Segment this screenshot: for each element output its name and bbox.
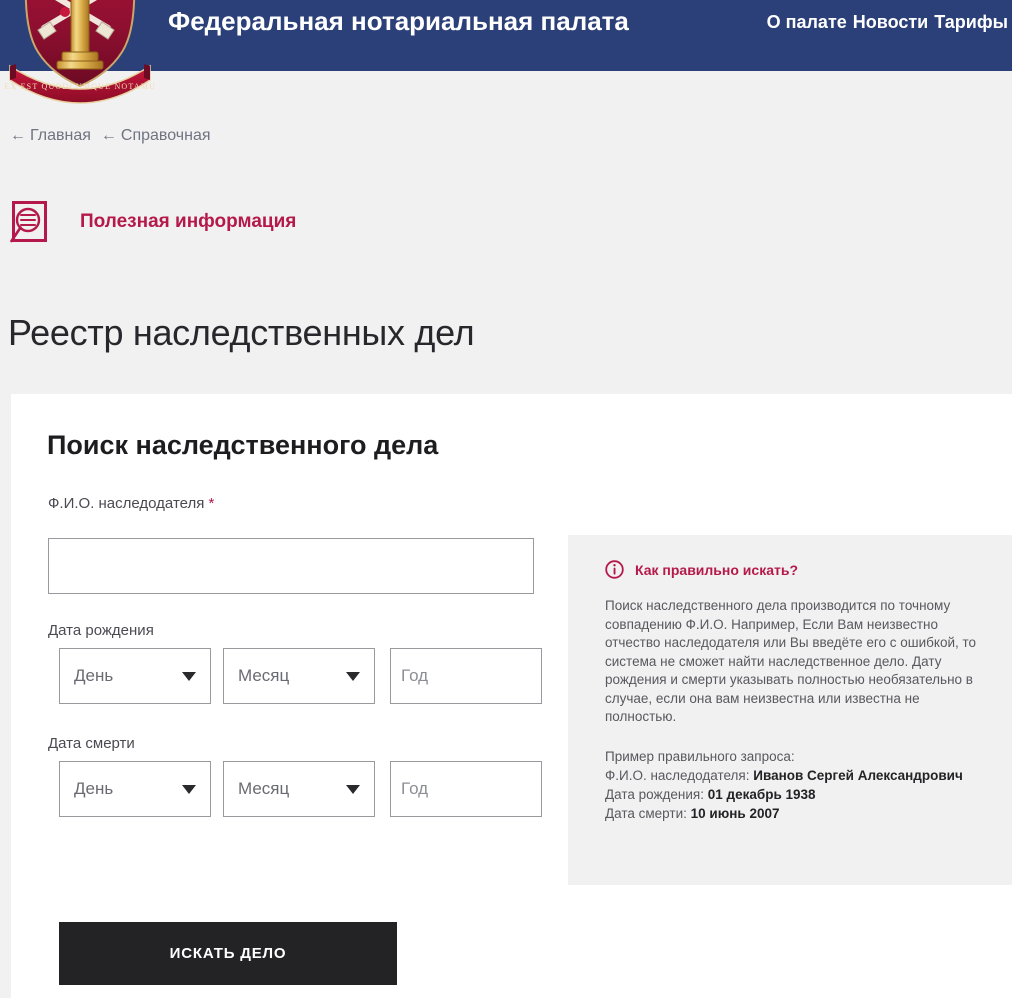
- example-birth-row: Дата рождения: 01 декабрь 1938: [605, 785, 978, 804]
- chevron-down-icon: [346, 671, 360, 681]
- fio-label: Ф.И.О. наследодателя *: [48, 495, 214, 512]
- chevron-down-icon: [182, 784, 196, 794]
- useful-info-label: Полезная информация: [80, 211, 297, 232]
- birth-month-select[interactable]: Месяц: [223, 648, 375, 704]
- birth-year-input[interactable]: [390, 648, 542, 704]
- info-panel-heading: Как правильно искать?: [635, 561, 799, 578]
- form-title: Поиск наследственного дела: [47, 430, 439, 460]
- example-fio-value: Иванов Сергей Александрович: [753, 767, 963, 783]
- nav-item-about[interactable]: О палате: [767, 10, 847, 34]
- death-month-value: Месяц: [238, 779, 290, 798]
- breadcrumb-arrow-icon: ←: [10, 127, 26, 144]
- birth-month-value: Месяц: [238, 666, 290, 685]
- example-fio-label: Ф.И.О. наследодателя:: [605, 767, 750, 783]
- nav-item-news[interactable]: Новости: [853, 10, 928, 34]
- page-title: Реестр наследственных дел: [8, 312, 475, 354]
- death-date-label: Дата смерти: [48, 735, 135, 752]
- info-panel-example: Пример правильного запроса: Ф.И.О. насле…: [605, 747, 978, 823]
- example-fio-row: Ф.И.О. наследодателя: Иванов Сергей Алек…: [605, 766, 978, 785]
- notary-emblem-icon[interactable]: LEX EST QUODCUMQUE NOTAMUS: [4, 0, 156, 112]
- example-birth-value: 01 декабрь 1938: [707, 786, 816, 802]
- search-case-button[interactable]: ИСКАТЬ ДЕЛО: [59, 922, 397, 985]
- breadcrumb-arrow-icon-2: ←: [100, 127, 117, 144]
- nav-item-tariffs[interactable]: Тарифы: [934, 10, 1008, 34]
- breadcrumb-item-reference[interactable]: Справочная: [121, 127, 211, 144]
- example-death-row: Дата смерти: 10 июнь 2007: [605, 804, 978, 823]
- fio-input[interactable]: [48, 538, 534, 594]
- birth-day-value: День: [74, 666, 114, 685]
- example-death-value: 10 июнь 2007: [690, 805, 780, 821]
- example-birth-label: Дата рождения:: [605, 786, 704, 802]
- how-to-search-panel: Как правильно искать? Поиск наследственн…: [568, 535, 1012, 885]
- info-circle-icon: [605, 560, 624, 579]
- death-month-select[interactable]: Месяц: [223, 761, 375, 817]
- death-day-value: День: [74, 779, 114, 798]
- useful-info-section[interactable]: Полезная информация: [10, 200, 296, 244]
- death-year-input[interactable]: [390, 761, 542, 817]
- chevron-down-icon: [182, 671, 196, 681]
- fio-label-text: Ф.И.О. наследодателя: [48, 495, 205, 512]
- death-day-select[interactable]: День: [59, 761, 211, 817]
- example-title: Пример правильного запроса:: [605, 748, 795, 764]
- info-panel-header: Как правильно искать?: [605, 560, 978, 579]
- main-navigation: О палате Новости Тарифы: [767, 10, 1008, 34]
- info-panel-body: Поиск наследственного дела производится …: [605, 598, 977, 724]
- document-search-icon: [10, 201, 47, 243]
- svg-text:LEX EST QUODCUMQUE NOTAMUS: LEX EST QUODCUMQUE NOTAMUS: [4, 82, 156, 91]
- required-asterisk: *: [208, 495, 215, 512]
- birth-date-label: Дата рождения: [48, 622, 154, 639]
- birth-day-select[interactable]: День: [59, 648, 211, 704]
- content-card: Поиск наследственного дела Ф.И.О. наслед…: [11, 394, 1012, 998]
- example-death-label: Дата смерти:: [605, 805, 687, 821]
- breadcrumb: ← Главная ← Справочная: [10, 127, 211, 145]
- chevron-down-icon: [346, 784, 360, 794]
- site-title: Федеральная нотариальная палата: [168, 6, 629, 36]
- breadcrumb-item-home[interactable]: Главная: [30, 127, 91, 144]
